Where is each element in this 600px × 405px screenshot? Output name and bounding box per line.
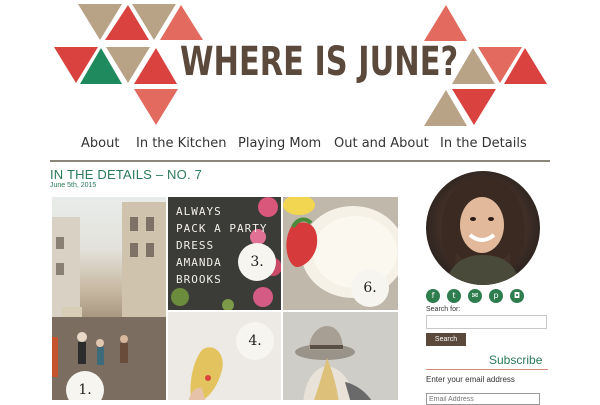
nav-item-playing-mom[interactable]: Playing Mom <box>238 136 321 151</box>
subscribe-divider <box>426 369 548 370</box>
search-button[interactable]: Search <box>426 333 466 346</box>
street-photo[interactable]: 1. <box>52 197 166 400</box>
street-illustration <box>52 202 166 400</box>
site-title[interactable]: WHERE IS JUNE? <box>180 42 458 82</box>
post-date: June 5th, 2015 <box>50 182 97 189</box>
nav-item-in-the-kitchen[interactable]: In the Kitchen <box>136 136 227 151</box>
cookie-photo[interactable]: 4. <box>168 312 281 400</box>
email-icon[interactable]: ✉ <box>468 289 482 303</box>
nav-item-out-and-about[interactable]: Out and About <box>334 136 429 151</box>
author-avatar <box>426 171 540 285</box>
pinterest-icon[interactable]: p <box>489 289 503 303</box>
facebook-icon[interactable]: f <box>426 289 440 303</box>
logo-triangle <box>134 89 178 125</box>
number-badge: 6. <box>351 269 389 307</box>
post-image-grid[interactable]: 1. ALWAYS PACK A PARTY DRESS AMANDA BROO… <box>52 197 398 400</box>
instagram-icon[interactable]: ◘ <box>510 289 524 303</box>
nav-item-in-the-details[interactable]: In the Details <box>440 136 527 151</box>
portrait-illustration <box>441 177 525 285</box>
logo-triangle <box>424 5 467 41</box>
hat-illustration <box>283 312 398 400</box>
post-title[interactable]: IN THE DETAILS – NO. 7 <box>50 167 202 182</box>
search-label: Search for: <box>426 306 461 313</box>
search-input[interactable] <box>426 315 547 329</box>
number-badge: 4. <box>236 322 274 360</box>
book-line: PACK A PARTY <box>176 222 268 235</box>
number-badge: 3. <box>238 243 276 281</box>
email-field[interactable] <box>426 393 540 405</box>
twitter-icon[interactable]: t <box>447 289 461 303</box>
book-photo[interactable]: ALWAYS PACK A PARTY DRESS AMANDA BROOKS … <box>168 197 281 310</box>
hat-photo[interactable] <box>283 312 398 400</box>
book-line: ALWAYS <box>176 205 222 218</box>
email-label: Enter your email address <box>426 375 515 384</box>
yogurt-photo[interactable]: 6. <box>283 197 398 310</box>
main-nav: About In the Kitchen Playing Mom Out and… <box>0 136 600 156</box>
site-header: WHERE IS JUNE? <box>0 0 600 130</box>
nav-item-about[interactable]: About <box>81 136 119 151</box>
nav-divider <box>50 160 550 162</box>
subscribe-heading: Subscribe <box>489 353 543 367</box>
